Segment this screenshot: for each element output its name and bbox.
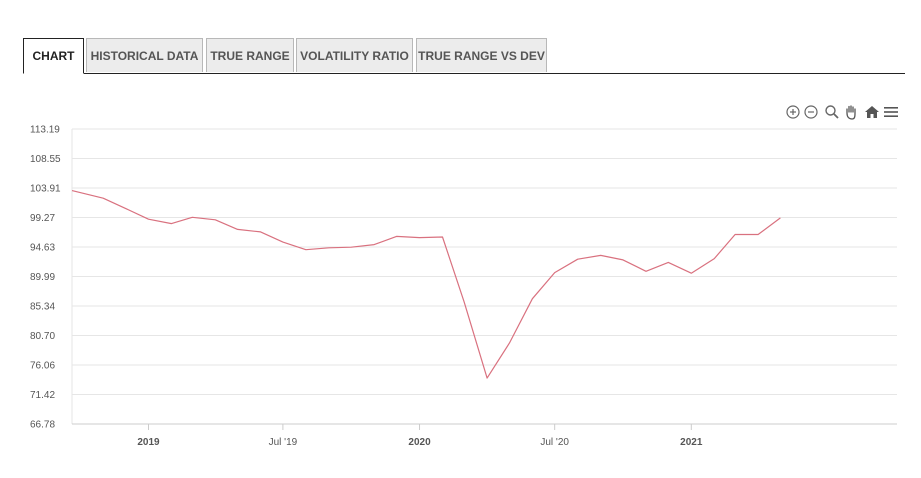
y-tick-label: 80.70 (30, 331, 55, 342)
x-tick-label: 2020 (408, 437, 431, 448)
y-tick-label: 71.42 (30, 390, 55, 401)
line-chart: 113.19 108.55 103.91 99.27 94.63 89.99 85.34 80… (30, 125, 897, 448)
x-tick-label: 2019 (137, 437, 160, 448)
x-tick-label: Jul '19 (269, 437, 298, 448)
x-tick-label: Jul '20 (540, 437, 569, 448)
y-tick-label: 89.99 (30, 272, 55, 283)
y-tick-label: 76.06 (30, 361, 55, 372)
y-tick-label: 94.63 (30, 242, 55, 253)
y-tick-label: 108.55 (30, 154, 61, 165)
x-tick-label: 2021 (680, 437, 703, 448)
y-tick-label: 113.19 (30, 125, 60, 136)
y-tick-label: 103.91 (30, 183, 61, 194)
y-tick-label: 85.34 (30, 302, 55, 313)
y-tick-label: 99.27 (30, 213, 55, 224)
series-line (71, 190, 781, 379)
y-tick-label: 66.78 (30, 420, 55, 431)
